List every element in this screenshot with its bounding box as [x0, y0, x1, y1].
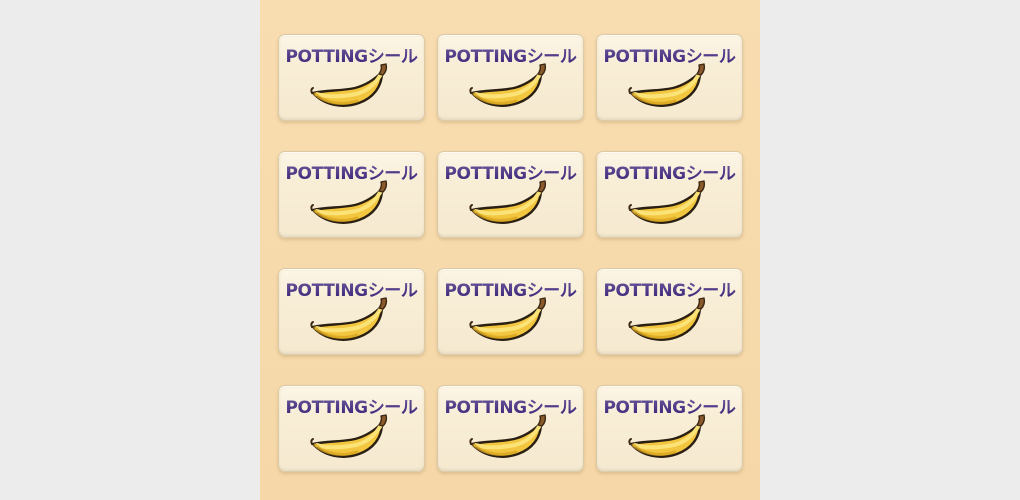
banana-icon [469, 180, 547, 224]
banana-icon [310, 63, 388, 107]
banana-icon [310, 180, 388, 224]
sticker: POTTINGシール [437, 151, 584, 238]
sticker: POTTINGシール [437, 34, 584, 121]
banana-icon [310, 414, 388, 458]
sticker: POTTINGシール [596, 34, 743, 121]
banana-icon [310, 297, 388, 341]
sticker: POTTINGシール [437, 385, 584, 472]
banana-icon [628, 63, 706, 107]
sticker-sheet: POTTINGシール POTTINGシール POTTINGシール POTTING… [260, 0, 760, 500]
sticker: POTTINGシール [596, 268, 743, 355]
sticker: POTTINGシール [437, 268, 584, 355]
sticker-grid: POTTINGシール POTTINGシール POTTINGシール POTTING… [278, 34, 743, 472]
sticker: POTTINGシール [596, 151, 743, 238]
sticker: POTTINGシール [596, 385, 743, 472]
sticker: POTTINGシール [278, 268, 425, 355]
banana-icon [469, 63, 547, 107]
banana-icon [628, 297, 706, 341]
sticker: POTTINGシール [278, 151, 425, 238]
banana-icon [628, 180, 706, 224]
sticker: POTTINGシール [278, 385, 425, 472]
sticker: POTTINGシール [278, 34, 425, 121]
banana-icon [469, 297, 547, 341]
banana-icon [469, 414, 547, 458]
banana-icon [628, 414, 706, 458]
